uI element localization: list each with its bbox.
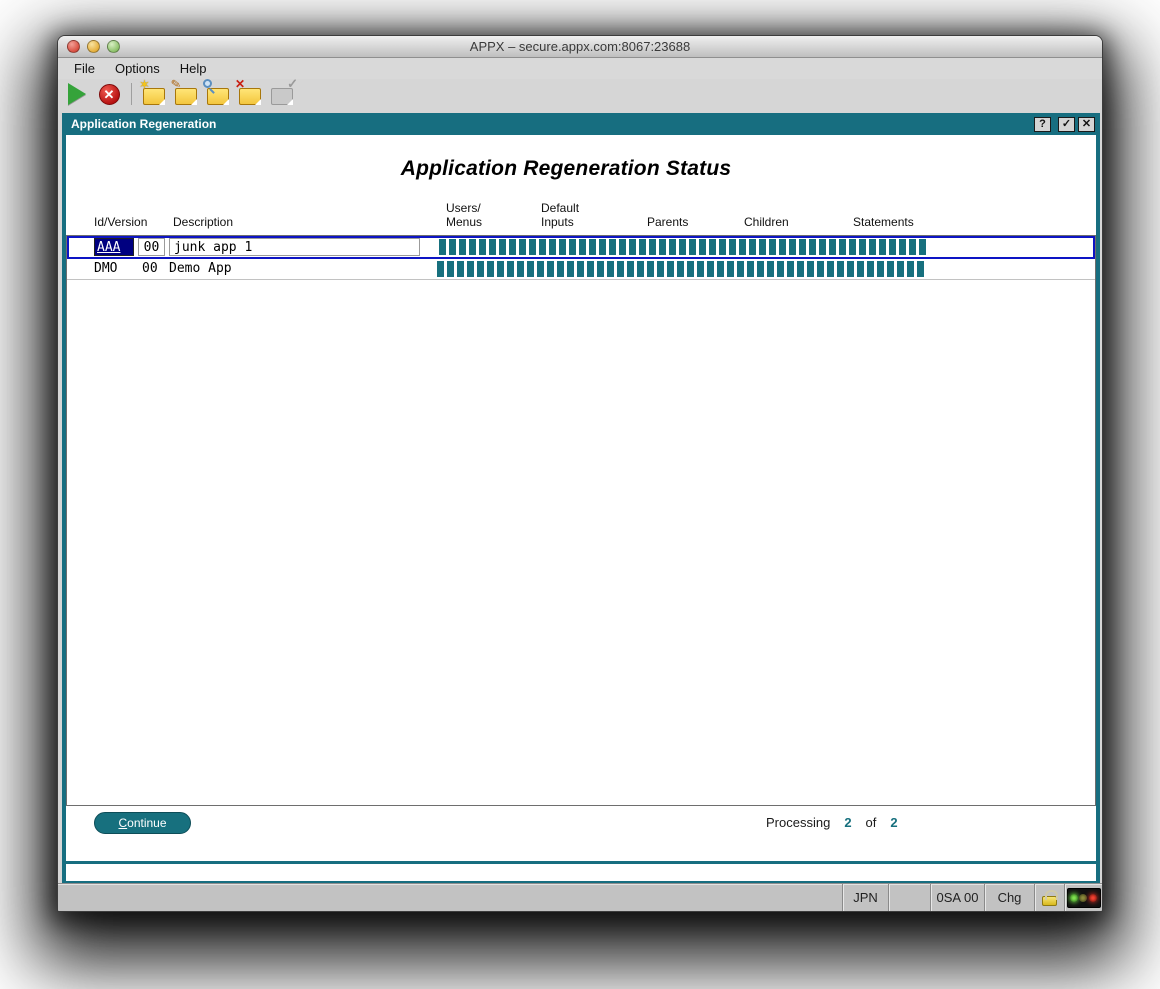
col-header-parents: Parents xyxy=(647,215,688,229)
version-cell: 00 xyxy=(142,261,158,276)
magnifier-icon xyxy=(203,79,212,88)
new-sparkle-icon: ✶ xyxy=(139,78,150,91)
statusbar-language: JPN xyxy=(842,884,888,911)
run-button[interactable] xyxy=(64,82,90,106)
statusbar-session: 0SA 00 xyxy=(930,884,984,911)
desktop: APPX – secure.appx.com:8067:23688 File O… xyxy=(0,0,1160,989)
version-field[interactable]: 00 xyxy=(138,238,165,256)
close-window-icon[interactable] xyxy=(67,40,80,53)
appx-panel-frame: Application Regeneration ? ✓ ✕ Applicati… xyxy=(62,113,1100,885)
cancel-button[interactable]: ✕ xyxy=(96,82,122,106)
record-list: AAA 00 junk app 1 DMO 00 Demo App xyxy=(66,235,1096,806)
col-header-users-menus: Users/Menus xyxy=(446,201,482,229)
save-record-button-disabled: ✓ xyxy=(269,82,295,106)
progress-bar xyxy=(439,239,926,255)
statusbar-mode: Chg xyxy=(984,884,1034,911)
col-header-id-version: Id/Version xyxy=(94,215,147,229)
footer-separator xyxy=(66,861,1096,864)
description-cell: Demo App xyxy=(169,261,232,276)
led-red-icon xyxy=(1089,894,1097,902)
lock-icon xyxy=(1042,896,1057,906)
statusbar-lock-cell xyxy=(1034,884,1064,911)
table-row[interactable]: DMO 00 Demo App xyxy=(67,259,1095,280)
statusbar: JPN 0SA 00 Chg xyxy=(58,883,1102,911)
connection-indicator xyxy=(1067,888,1101,908)
table-row-selected[interactable]: AAA 00 junk app 1 xyxy=(67,236,1095,259)
delete-record-button[interactable]: ✕ xyxy=(237,82,263,106)
menu-help[interactable]: Help xyxy=(172,59,215,78)
app-window: APPX – secure.appx.com:8067:23688 File O… xyxy=(57,35,1103,912)
minimize-window-icon[interactable] xyxy=(87,40,100,53)
toolbar-separator xyxy=(131,83,132,105)
ok-button[interactable]: ✓ xyxy=(1058,117,1075,132)
col-header-description: Description xyxy=(173,215,233,229)
window-titlebar[interactable]: APPX – secure.appx.com:8067:23688 xyxy=(58,36,1102,58)
progress-bar xyxy=(437,261,924,277)
new-record-button[interactable]: ✶ xyxy=(141,82,167,106)
col-header-statements: Statements xyxy=(853,215,914,229)
appx-panel-titlebar: Application Regeneration ? ✓ ✕ xyxy=(62,113,1100,135)
processing-total: 2 xyxy=(890,815,897,830)
col-header-children: Children xyxy=(744,215,789,229)
processing-label: Processing xyxy=(766,815,830,830)
play-icon xyxy=(68,83,86,105)
appx-titlebar-buttons: ? ✓ ✕ xyxy=(1034,117,1095,132)
page-title: Application Regeneration Status xyxy=(66,157,1066,181)
delete-x-icon: ✕ xyxy=(235,78,245,90)
appx-content: Application Regeneration Status Id/Versi… xyxy=(66,135,1096,881)
pencil-icon: ✎ xyxy=(170,77,182,91)
col-header-default-inputs: DefaultInputs xyxy=(541,201,579,229)
check-icon: ✓ xyxy=(287,77,298,90)
led-dim-icon xyxy=(1079,894,1087,902)
statusbar-empty-cell xyxy=(888,884,930,911)
statusbar-message-area xyxy=(58,884,842,911)
menu-options[interactable]: Options xyxy=(107,59,168,78)
column-headers: Id/Version Description Users/Menus Defau… xyxy=(66,193,1096,233)
led-green-icon xyxy=(1070,894,1078,902)
menu-file[interactable]: File xyxy=(66,59,103,78)
window-title: APPX – secure.appx.com:8067:23688 xyxy=(58,39,1102,54)
id-cell: DMO xyxy=(94,261,117,276)
description-field[interactable]: junk app 1 xyxy=(169,238,420,256)
id-field[interactable]: AAA xyxy=(94,238,134,256)
processing-of-label: of xyxy=(866,815,877,830)
menubar: File Options Help xyxy=(58,58,1102,79)
edit-record-button[interactable]: ✎ xyxy=(173,82,199,106)
cancel-icon: ✕ xyxy=(99,84,120,105)
close-button[interactable]: ✕ xyxy=(1078,117,1095,132)
continue-button[interactable]: Continue xyxy=(94,812,191,834)
statusbar-led-cell xyxy=(1064,884,1102,911)
find-record-button[interactable] xyxy=(205,82,231,106)
appx-panel-title: Application Regeneration xyxy=(71,117,1034,131)
help-button[interactable]: ? xyxy=(1034,117,1051,132)
traffic-lights xyxy=(67,40,120,53)
processing-status: Processing 2 of 2 xyxy=(766,815,898,830)
zoom-window-icon[interactable] xyxy=(107,40,120,53)
toolbar: ✕ ✶ ✎ ✕ ✓ xyxy=(58,79,1102,109)
processing-current: 2 xyxy=(844,815,851,830)
